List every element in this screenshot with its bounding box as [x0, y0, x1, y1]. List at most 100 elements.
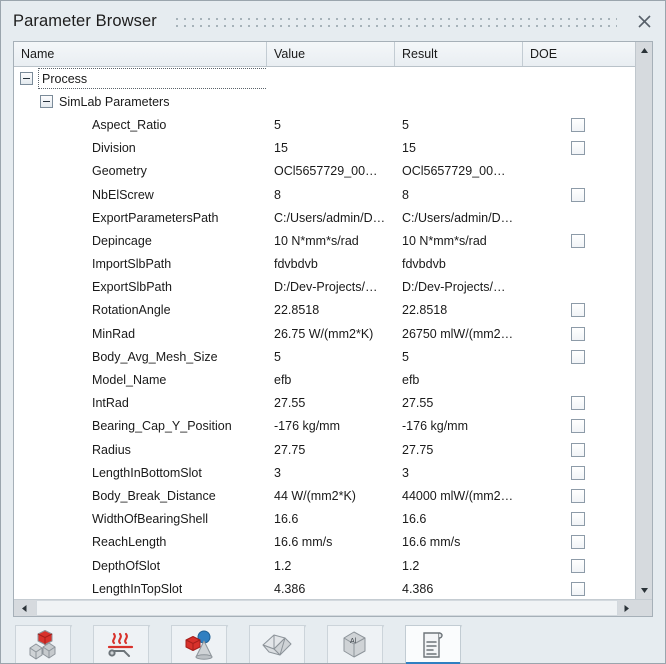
parameter-name[interactable]: Body_Break_Distance: [14, 484, 267, 507]
vertical-scrollbar[interactable]: [635, 42, 652, 599]
parameter-name[interactable]: LengthInTopSlot: [14, 577, 267, 599]
parameter-value[interactable]: 5: [267, 113, 395, 136]
parameter-value[interactable]: 22.8518: [267, 299, 395, 322]
parameter-name[interactable]: IntRad: [14, 392, 267, 415]
parameter-value[interactable]: D:/Dev-Projects/…: [267, 276, 395, 299]
parameter-value[interactable]: 15: [267, 137, 395, 160]
collapse-toggle-icon[interactable]: [40, 95, 53, 108]
table-row[interactable]: Division1515: [14, 137, 635, 160]
doe-checkbox[interactable]: [571, 559, 585, 573]
parameter-value[interactable]: 10 N*mm*s/rad: [267, 229, 395, 252]
parameter-value[interactable]: 16.6: [267, 508, 395, 531]
parameter-value[interactable]: 27.55: [267, 392, 395, 415]
table-row[interactable]: Body_Break_Distance44 W/(mm2*K)44000 mlW…: [14, 484, 635, 507]
parameter-name[interactable]: Division: [14, 137, 267, 160]
parameter-name[interactable]: RotationAngle: [14, 299, 267, 322]
parameter-value[interactable]: 16.6 mm/s: [267, 531, 395, 554]
scroll-up-button[interactable]: [636, 42, 652, 59]
parameter-name[interactable]: Radius: [14, 438, 267, 461]
scroll-left-button[interactable]: [14, 600, 36, 616]
parameter-name[interactable]: ImportSlbPath: [14, 253, 267, 276]
doe-checkbox[interactable]: [571, 443, 585, 457]
table-row[interactable]: Depincage10 N*mm*s/rad10 N*mm*s/rad: [14, 229, 635, 252]
table-row[interactable]: Body_Avg_Mesh_Size55: [14, 345, 635, 368]
table-row[interactable]: WidthOfBearingShell16.616.6: [14, 508, 635, 531]
parameter-value[interactable]: fdvbdvb: [267, 253, 395, 276]
column-header-name[interactable]: Name: [14, 42, 267, 66]
tree-node-row[interactable]: SimLab Parameters: [14, 90, 635, 113]
parameter-value[interactable]: 5: [267, 345, 395, 368]
table-row[interactable]: Bearing_Cap_Y_Position-176 kg/mm-176 kg/…: [14, 415, 635, 438]
parameter-value[interactable]: 8: [267, 183, 395, 206]
toolbar-tab-primitives-shapes[interactable]: [171, 625, 227, 663]
parameter-name[interactable]: Geometry: [14, 160, 267, 183]
doe-checkbox[interactable]: [571, 188, 585, 202]
parameter-name[interactable]: Bearing_Cap_Y_Position: [14, 415, 267, 438]
close-button[interactable]: [629, 6, 659, 36]
toolbar-tab-material-cube[interactable]: Al: [327, 625, 383, 663]
parameter-name[interactable]: DepthOfSlot: [14, 554, 267, 577]
parameter-value[interactable]: C:/Users/admin/D…: [267, 206, 395, 229]
parameter-value[interactable]: OCl5657729_00…: [267, 160, 395, 183]
doe-checkbox[interactable]: [571, 303, 585, 317]
drag-dots-icon[interactable]: [173, 14, 617, 28]
parameter-value[interactable]: efb: [267, 368, 395, 391]
doe-checkbox[interactable]: [571, 118, 585, 132]
parameter-value[interactable]: 4.386: [267, 577, 395, 599]
parameter-name[interactable]: ExportSlbPath: [14, 276, 267, 299]
table-row[interactable]: LengthInBottomSlot33: [14, 461, 635, 484]
horizontal-scrollbar[interactable]: [14, 599, 652, 616]
table-row[interactable]: MinRad26.75 W/(mm2*K)26750 mlW/(mm2…: [14, 322, 635, 345]
toolbar-tab-mesh-patch[interactable]: [249, 625, 305, 663]
parameter-name[interactable]: ReachLength: [14, 531, 267, 554]
toolbar-tab-thermal-wrench[interactable]: [93, 625, 149, 663]
horizontal-scrollbar-thumb[interactable]: [36, 600, 618, 616]
parameter-value[interactable]: 3: [267, 461, 395, 484]
doe-checkbox[interactable]: [571, 419, 585, 433]
parameter-name[interactable]: Model_Name: [14, 368, 267, 391]
parameter-name[interactable]: Aspect_Ratio: [14, 113, 267, 136]
parameter-value[interactable]: 44 W/(mm2*K): [267, 484, 395, 507]
tree-node-process[interactable]: Process: [14, 67, 267, 90]
doe-checkbox[interactable]: [571, 350, 585, 364]
doe-checkbox[interactable]: [571, 582, 585, 596]
table-row[interactable]: Radius27.7527.75: [14, 438, 635, 461]
doe-checkbox[interactable]: [571, 141, 585, 155]
column-header-value[interactable]: Value: [267, 42, 395, 66]
vertical-scrollbar-track[interactable]: [636, 59, 652, 582]
parameter-name[interactable]: LengthInBottomSlot: [14, 461, 267, 484]
doe-checkbox[interactable]: [571, 396, 585, 410]
column-header-result[interactable]: Result: [395, 42, 523, 66]
table-row[interactable]: LengthInTopSlot4.3864.386: [14, 577, 635, 599]
doe-checkbox[interactable]: [571, 489, 585, 503]
table-row[interactable]: Aspect_Ratio55: [14, 113, 635, 136]
parameter-name[interactable]: Body_Avg_Mesh_Size: [14, 345, 267, 368]
table-row[interactable]: Model_Nameefbefb: [14, 368, 635, 391]
doe-checkbox[interactable]: [571, 535, 585, 549]
parameter-name[interactable]: NbElScrew: [14, 183, 267, 206]
table-row[interactable]: IntRad27.5527.55: [14, 392, 635, 415]
parameter-name[interactable]: WidthOfBearingShell: [14, 508, 267, 531]
parameter-value[interactable]: 1.2: [267, 554, 395, 577]
table-row[interactable]: GeometryOCl5657729_00…OCl5657729_00…: [14, 160, 635, 183]
doe-checkbox[interactable]: [571, 512, 585, 526]
parameter-value[interactable]: -176 kg/mm: [267, 415, 395, 438]
parameter-name[interactable]: Depincage: [14, 229, 267, 252]
table-row[interactable]: ExportParametersPathC:/Users/admin/D…C:/…: [14, 206, 635, 229]
toolbar-tab-parameter-list[interactable]: [405, 625, 461, 663]
doe-checkbox[interactable]: [571, 466, 585, 480]
scroll-right-button[interactable]: [618, 600, 635, 616]
collapse-toggle-icon[interactable]: [20, 72, 33, 85]
table-row[interactable]: ImportSlbPathfdvbdvbfdvbdvb: [14, 253, 635, 276]
tree-node-row[interactable]: Process: [14, 67, 635, 90]
doe-checkbox[interactable]: [571, 327, 585, 341]
parameter-value[interactable]: 27.75: [267, 438, 395, 461]
doe-checkbox[interactable]: [571, 234, 585, 248]
table-row[interactable]: RotationAngle22.851822.8518: [14, 299, 635, 322]
table-row[interactable]: ExportSlbPathD:/Dev-Projects/…D:/Dev-Pro…: [14, 276, 635, 299]
tree-node-simlab-parameters[interactable]: SimLab Parameters: [14, 90, 267, 113]
table-row[interactable]: DepthOfSlot1.21.2: [14, 554, 635, 577]
toolbar-tab-geometry-cubes[interactable]: [15, 625, 71, 663]
parameter-value[interactable]: 26.75 W/(mm2*K): [267, 322, 395, 345]
table-row[interactable]: ReachLength16.6 mm/s16.6 mm/s: [14, 531, 635, 554]
